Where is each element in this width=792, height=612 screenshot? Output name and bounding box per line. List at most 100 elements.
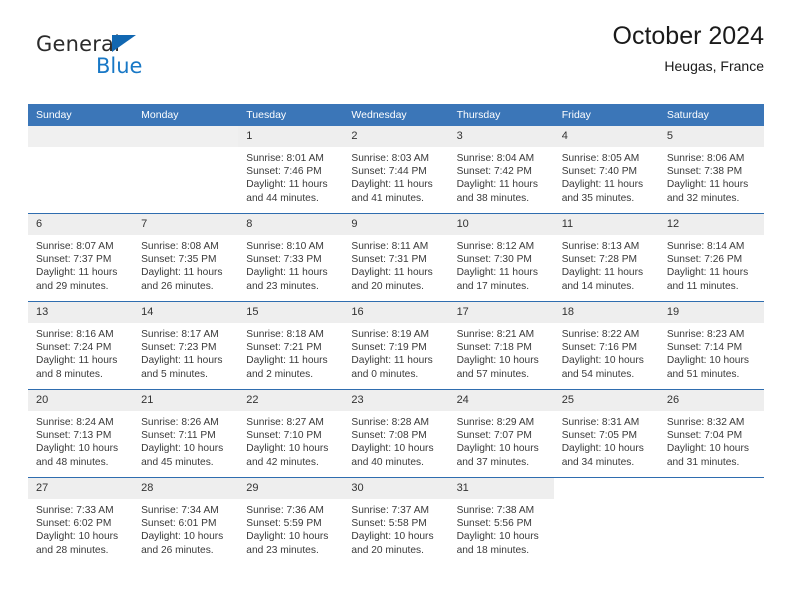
day-sun-info: Sunrise: 8:11 AM Sunset: 7:31 PM Daylight:… (343, 235, 448, 293)
sunrise-text: Sunrise: 7:38 AM (456, 505, 535, 516)
calendar-day-cell[interactable]: 6 Sunrise: 8:07 AM Sunset: 7:37 PM Daylight… (28, 213, 134, 302)
day-sun-info: Sunrise: 8:14 AM Sunset: 7:26 PM Daylight:… (659, 235, 764, 293)
calendar-day-cell[interactable]: 17 Sunrise: 8:21 AM Sunset: 7:18 PM Dayligh… (448, 301, 554, 390)
calendar-day-cell[interactable]: 27 Sunrise: 7:33 AM Sunset: 6:02 PM Dayligh… (28, 477, 134, 565)
sunrise-text: Sunrise: 8:12 AM (456, 241, 535, 252)
sunset-text: Sunset: 7:16 PM (561, 342, 638, 354)
day-sun-info: Sunrise: 8:06 AM Sunset: 7:38 PM Daylight:… (659, 147, 764, 205)
daylight-text: Daylight: 11 hours (351, 179, 433, 191)
calendar-day-cell[interactable]: 9 Sunrise: 8:11 AM Sunset: 7:31 PM Daylight… (343, 213, 449, 302)
day-number: 16 (343, 302, 449, 323)
calendar-day-cell[interactable]: 22 Sunrise: 8:27 AM Sunset: 7:10 PM Dayligh… (238, 389, 344, 478)
calendar-day-cell[interactable]: 10 Sunrise: 8:12 AM Sunset: 7:30 PM Dayligh… (448, 213, 554, 302)
daylight-text-cont: and 2 minutes. (246, 368, 314, 380)
calendar-day-cell[interactable]: 12 Sunrise: 8:14 AM Sunset: 7:26 PM Dayligh… (658, 213, 764, 302)
calendar-day-cell[interactable]: 28 Sunrise: 7:34 AM Sunset: 6:01 PM Dayligh… (133, 477, 239, 565)
calendar-day-cell[interactable]: 5 Sunrise: 8:06 AM Sunset: 7:38 PM Daylight… (658, 126, 764, 214)
sunrise-text: Sunrise: 8:08 AM (141, 241, 219, 252)
calendar-day-cell[interactable]: 15 Sunrise: 8:18 AM Sunset: 7:21 PM Dayligh… (238, 301, 344, 390)
calendar-day-cell[interactable]: 25 Sunrise: 8:31 AM Sunset: 7:05 PM Dayligh… (553, 389, 659, 478)
daylight-text: Daylight: 11 hours (141, 267, 223, 279)
sunrise-text: Sunrise: 8:07 AM (36, 241, 114, 252)
page-subtitle: Heugas, France (664, 57, 764, 74)
day-sun-info: Sunrise: 8:12 AM Sunset: 7:30 PM Daylight:… (449, 235, 554, 293)
calendar-day-cell[interactable]: 8 Sunrise: 8:10 AM Sunset: 7:33 PM Daylight… (238, 213, 344, 302)
daylight-text: Daylight: 11 hours (456, 267, 538, 279)
calendar-table: Sunday Monday Tuesday Wednesday Thursday… (28, 104, 764, 565)
weekday-header-thursday: Thursday (448, 104, 554, 126)
daylight-text: Daylight: 10 hours (456, 531, 539, 543)
daylight-text: Daylight: 11 hours (666, 267, 749, 279)
daylight-text: Daylight: 11 hours (141, 355, 223, 367)
day-number: 6 (28, 214, 134, 235)
daylight-text-cont: and 0 minutes. (351, 368, 419, 380)
day-sun-info: Sunrise: 8:13 AM Sunset: 7:28 PM Daylight:… (554, 235, 659, 293)
general-blue-logo: General Blue (36, 32, 236, 88)
day-sun-info: Sunrise: 8:07 AM Sunset: 7:37 PM Daylight:… (28, 235, 133, 293)
calendar-day-cell[interactable]: 4 Sunrise: 8:05 AM Sunset: 7:40 PM Daylight… (553, 126, 659, 214)
sunset-text: Sunset: 7:31 PM (351, 254, 427, 266)
day-sun-info: Sunrise: 8:05 AM Sunset: 7:40 PM Daylight:… (554, 147, 659, 205)
weekday-header-tuesday: Tuesday (238, 104, 344, 126)
calendar-day-cell[interactable]: 20 Sunrise: 8:24 AM Sunset: 7:13 PM Dayligh… (28, 389, 134, 478)
calendar-day-cell[interactable]: 23 Sunrise: 8:28 AM Sunset: 7:08 PM Dayligh… (343, 389, 449, 478)
sunset-text: Sunset: 7:05 PM (561, 430, 638, 442)
calendar-day-cell[interactable]: 11 Sunrise: 8:13 AM Sunset: 7:28 PM Dayligh… (553, 213, 659, 302)
daylight-text-cont: and 26 minutes. (141, 544, 214, 556)
sunset-text: Sunset: 6:02 PM (36, 518, 112, 530)
daylight-text-cont: and 28 minutes. (36, 544, 109, 556)
sunset-text: Sunset: 7:40 PM (561, 166, 638, 178)
sunrise-text: Sunrise: 7:33 AM (36, 505, 114, 516)
calendar-day-cell[interactable]: 13 Sunrise: 8:16 AM Sunset: 7:24 PM Dayligh… (28, 301, 134, 390)
calendar-day-cell[interactable]: 30 Sunrise: 7:37 AM Sunset: 5:58 PM Dayligh… (343, 477, 449, 565)
daylight-text: Daylight: 10 hours (36, 531, 119, 543)
calendar-day-cell[interactable]: 19 Sunrise: 8:23 AM Sunset: 7:14 PM Dayligh… (658, 301, 764, 390)
sunset-text: Sunset: 7:44 PM (351, 166, 427, 178)
day-sun-info: Sunrise: 8:29 AM Sunset: 7:07 PM Daylight:… (449, 411, 554, 469)
sunset-text: Sunset: 7:33 PM (246, 254, 322, 266)
daylight-text-cont: and 37 minutes. (456, 456, 530, 468)
day-sun-info: Sunrise: 7:38 AM Sunset: 5:56 PM Daylight:… (449, 499, 554, 557)
sunrise-text: Sunrise: 7:36 AM (246, 505, 324, 516)
calendar-day-cell[interactable]: 24 Sunrise: 8:29 AM Sunset: 7:07 PM Dayligh… (448, 389, 554, 478)
calendar-day-cell[interactable]: 21 Sunrise: 8:26 AM Sunset: 7:11 PM Dayligh… (133, 389, 239, 478)
day-number: 7 (133, 214, 239, 235)
daylight-text: Daylight: 10 hours (456, 355, 539, 367)
calendar-day-cell[interactable]: 29 Sunrise: 7:36 AM Sunset: 5:59 PM Dayligh… (238, 477, 344, 565)
day-number: 10 (448, 214, 554, 235)
daylight-text: Daylight: 11 hours (561, 267, 644, 279)
day-sun-info: Sunrise: 8:18 AM Sunset: 7:21 PM Daylight:… (238, 323, 343, 381)
calendar-day-cell[interactable]: 31 Sunrise: 7:38 AM Sunset: 5:56 PM Dayligh… (448, 477, 554, 565)
sunset-text: Sunset: 7:19 PM (351, 342, 427, 354)
day-sun-info: Sunrise: 8:16 AM Sunset: 7:24 PM Daylight:… (28, 323, 133, 381)
day-number: 25 (553, 390, 659, 411)
weekday-header-saturday: Saturday (658, 104, 764, 126)
calendar-day-cell[interactable]: 14 Sunrise: 8:17 AM Sunset: 7:23 PM Dayligh… (133, 301, 239, 390)
calendar-day-cell[interactable]: 7 Sunrise: 8:08 AM Sunset: 7:35 PM Daylight… (133, 213, 239, 302)
logo-text-general: General (36, 32, 121, 56)
sunset-text: Sunset: 5:56 PM (456, 518, 532, 530)
calendar-day-cell[interactable]: 2 Sunrise: 8:03 AM Sunset: 7:44 PM Daylight… (343, 126, 449, 214)
sunrise-text: Sunrise: 8:11 AM (351, 241, 429, 252)
calendar-day-cell[interactable]: 26 Sunrise: 8:32 AM Sunset: 7:04 PM Dayligh… (658, 389, 764, 478)
daylight-text-cont: and 54 minutes. (561, 368, 635, 380)
sunset-text: Sunset: 7:23 PM (141, 342, 217, 354)
daylight-text: Daylight: 10 hours (246, 443, 329, 455)
daylight-text: Daylight: 10 hours (36, 443, 119, 455)
daylight-text: Daylight: 11 hours (246, 267, 328, 279)
calendar-day-cell[interactable]: 1 Sunrise: 8:01 AM Sunset: 7:46 PM Daylight… (238, 126, 344, 214)
calendar-day-cell[interactable]: 16 Sunrise: 8:19 AM Sunset: 7:19 PM Dayligh… (343, 301, 449, 390)
day-sun-info: Sunrise: 8:32 AM Sunset: 7:04 PM Daylight:… (659, 411, 764, 469)
calendar-day-cell[interactable]: 3 Sunrise: 8:04 AM Sunset: 7:42 PM Daylight… (448, 126, 554, 214)
sunrise-text: Sunrise: 8:18 AM (246, 329, 324, 340)
logo-text-blue: Blue (96, 54, 143, 78)
daylight-text-cont: and 29 minutes. (36, 280, 109, 292)
daylight-text-cont: and 26 minutes. (141, 280, 214, 292)
calendar-day-cell[interactable]: 18 Sunrise: 8:22 AM Sunset: 7:16 PM Dayligh… (553, 301, 659, 390)
sunset-text: Sunset: 5:59 PM (246, 518, 322, 530)
weekday-header-sunday: Sunday (28, 104, 134, 126)
daylight-text: Daylight: 10 hours (141, 443, 224, 455)
day-sun-info: Sunrise: 7:33 AM Sunset: 6:02 PM Daylight:… (28, 499, 133, 557)
daylight-text-cont: and 20 minutes. (351, 544, 424, 556)
weekday-header-wednesday: Wednesday (343, 104, 449, 126)
